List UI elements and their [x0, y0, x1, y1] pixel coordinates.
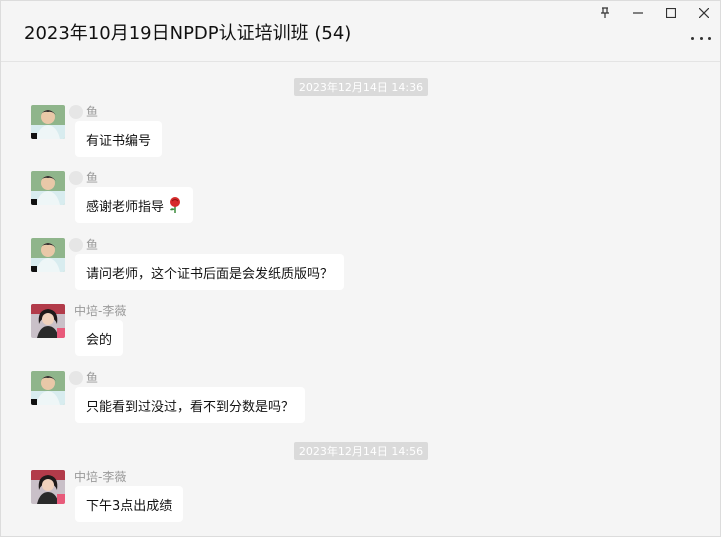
more-dot-icon: [691, 36, 694, 40]
message-text: 下午3点出成绩: [86, 498, 173, 514]
chat-window: 2023年10月19日NPDP认证培训班 (54) 2023年12月14日 14…: [0, 0, 721, 537]
chat-title: 2023年10月19日NPDP认证培训班 (54): [24, 23, 352, 44]
sender-name: 鱼: [69, 369, 98, 386]
message-bubble[interactable]: 下午3点出成绩: [75, 486, 184, 522]
message-bubble[interactable]: 只能看到过没过，看不到分数是吗？: [75, 387, 306, 423]
more-dot-icon: [699, 36, 703, 40]
sender-name: 鱼: [69, 169, 98, 186]
pin-icon: [600, 7, 609, 18]
message-bubble[interactable]: 会的: [75, 320, 124, 356]
message-text: 请问老师，这个证书后面是会发纸质版吗？: [86, 266, 334, 282]
avatar[interactable]: [31, 105, 65, 139]
message-item: 鱼 只能看到过没过，看不到分数是吗？: [31, 369, 711, 431]
more-options-button[interactable]: [691, 31, 711, 45]
message-bubble[interactable]: 有证书编号: [75, 121, 163, 157]
message-item: 中培-李薇 下午3点出成绩: [31, 468, 711, 530]
message-list[interactable]: 2023年12月14日 14:36 鱼 有证书编号 鱼 感谢老师指导 鱼 请问老…: [1, 63, 720, 537]
message-text: 只能看到过没过，看不到分数是吗？: [86, 399, 295, 415]
sender-badge-icon: [69, 104, 83, 119]
pin-button[interactable]: [588, 1, 621, 25]
message-bubble[interactable]: 请问老师，这个证书后面是会发纸质版吗？: [75, 254, 345, 290]
maximize-button[interactable]: [654, 1, 687, 25]
message-item: 鱼 请问老师，这个证书后面是会发纸质版吗？: [31, 236, 711, 298]
avatar[interactable]: [31, 470, 65, 504]
message-item: 中培-李薇 会的: [31, 302, 711, 364]
sender-badge-icon: [69, 170, 83, 185]
avatar[interactable]: [31, 171, 65, 205]
avatar[interactable]: [31, 238, 65, 272]
avatar[interactable]: [31, 304, 65, 338]
sender-name: 中培-李薇: [74, 470, 127, 484]
minimize-button[interactable]: [621, 1, 654, 25]
message-text: 有证书编号: [86, 133, 152, 149]
message-text: 感谢老师指导: [86, 199, 165, 215]
sender-badge-icon: [69, 237, 83, 252]
message-text: 会的: [86, 332, 113, 348]
timestamp: 2023年12月14日 14:36: [294, 78, 428, 96]
avatar[interactable]: [31, 371, 65, 405]
sender-name: 鱼: [69, 103, 98, 120]
message-bubble[interactable]: 感谢老师指导: [75, 187, 194, 223]
message-item: 鱼 有证书编号: [31, 103, 711, 165]
timestamp: 2023年12月14日 14:56: [294, 442, 428, 460]
more-dot-icon: [708, 36, 711, 40]
sender-name: 鱼: [69, 236, 98, 253]
minimize-icon: [632, 12, 643, 14]
sender-name: 中培-李薇: [74, 304, 127, 318]
message-item: 鱼 感谢老师指导: [31, 169, 711, 231]
rose-icon: [170, 197, 181, 213]
window-controls: [588, 1, 720, 25]
sender-badge-icon: [69, 370, 83, 385]
chat-header: 2023年10月19日NPDP认证培训班 (54): [1, 1, 720, 62]
close-icon: [698, 8, 709, 18]
close-button[interactable]: [687, 1, 720, 25]
maximize-icon: [665, 8, 676, 18]
